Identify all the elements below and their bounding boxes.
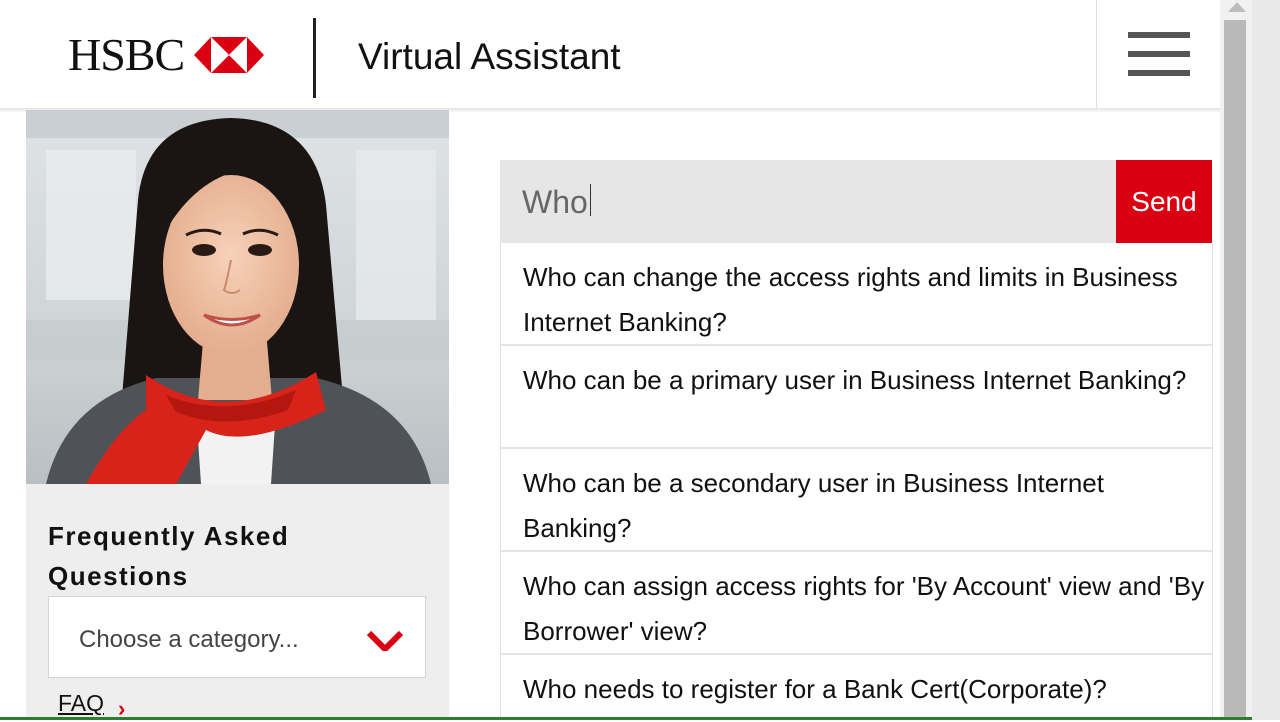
header-divider xyxy=(313,18,316,98)
suggestion-item[interactable]: Who can be a secondary user in Business … xyxy=(501,449,1212,552)
send-button[interactable]: Send xyxy=(1116,160,1212,243)
scroll-up-icon[interactable] xyxy=(1228,2,1246,12)
hsbc-logo[interactable]: HSBC xyxy=(68,29,265,80)
faq-title: Frequently Asked Questions xyxy=(48,521,290,591)
question-input-value: Who xyxy=(522,184,588,220)
text-caret xyxy=(589,184,591,216)
category-dropdown-value: Choose a category... xyxy=(79,626,299,653)
faq-link[interactable]: FAQ xyxy=(58,690,104,717)
assistant-avatar xyxy=(26,110,449,484)
menu-button[interactable] xyxy=(1096,0,1221,108)
scrollbar[interactable] xyxy=(1220,0,1252,720)
question-input[interactable]: Who xyxy=(500,160,1116,243)
suggestion-item[interactable]: Who can be a primary user in Business In… xyxy=(501,346,1212,449)
page-edge xyxy=(1252,0,1280,720)
suggestion-item[interactable]: Who can change the access rights and lim… xyxy=(501,243,1212,346)
suggestion-item[interactable]: Who needs to register for a Bank Cert(Co… xyxy=(501,655,1212,720)
hamburger-menu-icon xyxy=(1128,32,1190,76)
category-dropdown[interactable]: Choose a category... xyxy=(48,596,426,678)
suggestion-list: Who can change the access rights and lim… xyxy=(500,243,1213,720)
suggestion-item[interactable]: Who can assign access rights for 'By Acc… xyxy=(501,552,1212,655)
header: HSBC Virtual Assistant xyxy=(0,0,1220,108)
chevron-down-icon xyxy=(367,631,403,651)
app-title: Virtual Assistant xyxy=(358,36,621,77)
brand-name: HSBC xyxy=(68,29,185,80)
hsbc-hexagon-icon xyxy=(194,37,265,73)
scrollbar-thumb[interactable] xyxy=(1224,20,1246,720)
